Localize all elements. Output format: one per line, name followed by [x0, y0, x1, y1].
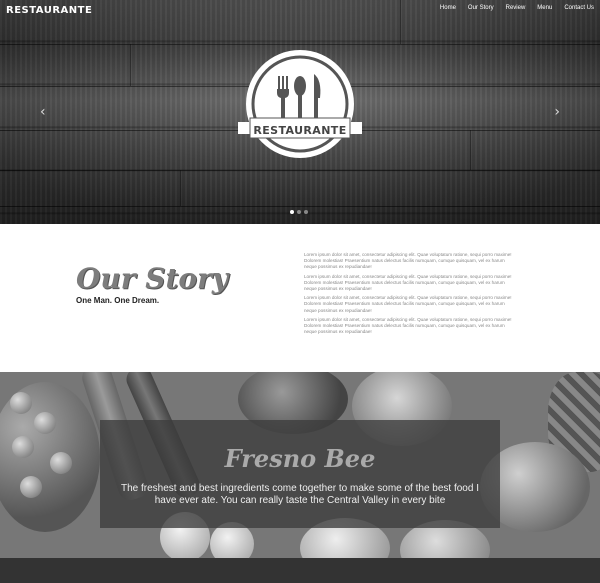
emblem-banner-text: RESTAURANTE [253, 124, 347, 137]
story-subtitle: One Man. One Dream. [76, 296, 160, 305]
brand-logo[interactable]: RESTAURANTE [6, 5, 92, 16]
story-paragraph: Lorem ipsum dolor sit amet, consectetur … [304, 252, 512, 270]
grape [20, 476, 42, 498]
nav-home[interactable]: Home [440, 5, 456, 11]
story-paragraph: Lorem ipsum dolor sit amet, consectetur … [304, 273, 512, 292]
story-body: Lorem ipsum dolor sit amet, consectetur … [304, 252, 518, 338]
carousel-dot[interactable] [304, 210, 308, 214]
nav-contact-us[interactable]: Contact Us [564, 5, 594, 11]
main-nav: Home Our Story Review Menu Contact Us [440, 5, 594, 11]
nav-review[interactable]: Review [506, 5, 526, 11]
carousel-dot[interactable] [290, 210, 294, 214]
our-story-section: Our Story One Man. One Dream. Lorem ipsu… [0, 224, 600, 372]
quote-source: Fresno Bee [224, 444, 376, 473]
nav-our-story[interactable]: Our Story [468, 5, 494, 11]
story-paragraph: Lorem ipsum dolor sit amet, consectetur … [304, 295, 512, 313]
grape [50, 452, 72, 474]
grape [12, 436, 34, 458]
quote-box: Fresno Bee The freshest and best ingredi… [100, 420, 500, 528]
quote-text: The freshest and best ingredients come t… [121, 483, 479, 506]
footer [0, 558, 600, 583]
story-paragraph: Lorem ipsum dolor sit amet, consectetur … [304, 316, 512, 335]
testimonial-section: Fresno Bee The freshest and best ingredi… [0, 372, 600, 558]
chevron-right-icon[interactable]: › [554, 104, 560, 120]
carousel-indicators [290, 210, 308, 214]
restaurant-emblem-icon [238, 50, 362, 158]
chevron-left-icon[interactable]: ‹ [40, 104, 46, 120]
grape [10, 392, 32, 414]
story-title: Our Story [76, 262, 229, 295]
carousel-dot[interactable] [297, 210, 301, 214]
hero-carousel: RESTAURANTE Home Our Story Review Menu C… [0, 0, 600, 224]
grape [34, 412, 56, 434]
nav-menu[interactable]: Menu [537, 5, 552, 11]
